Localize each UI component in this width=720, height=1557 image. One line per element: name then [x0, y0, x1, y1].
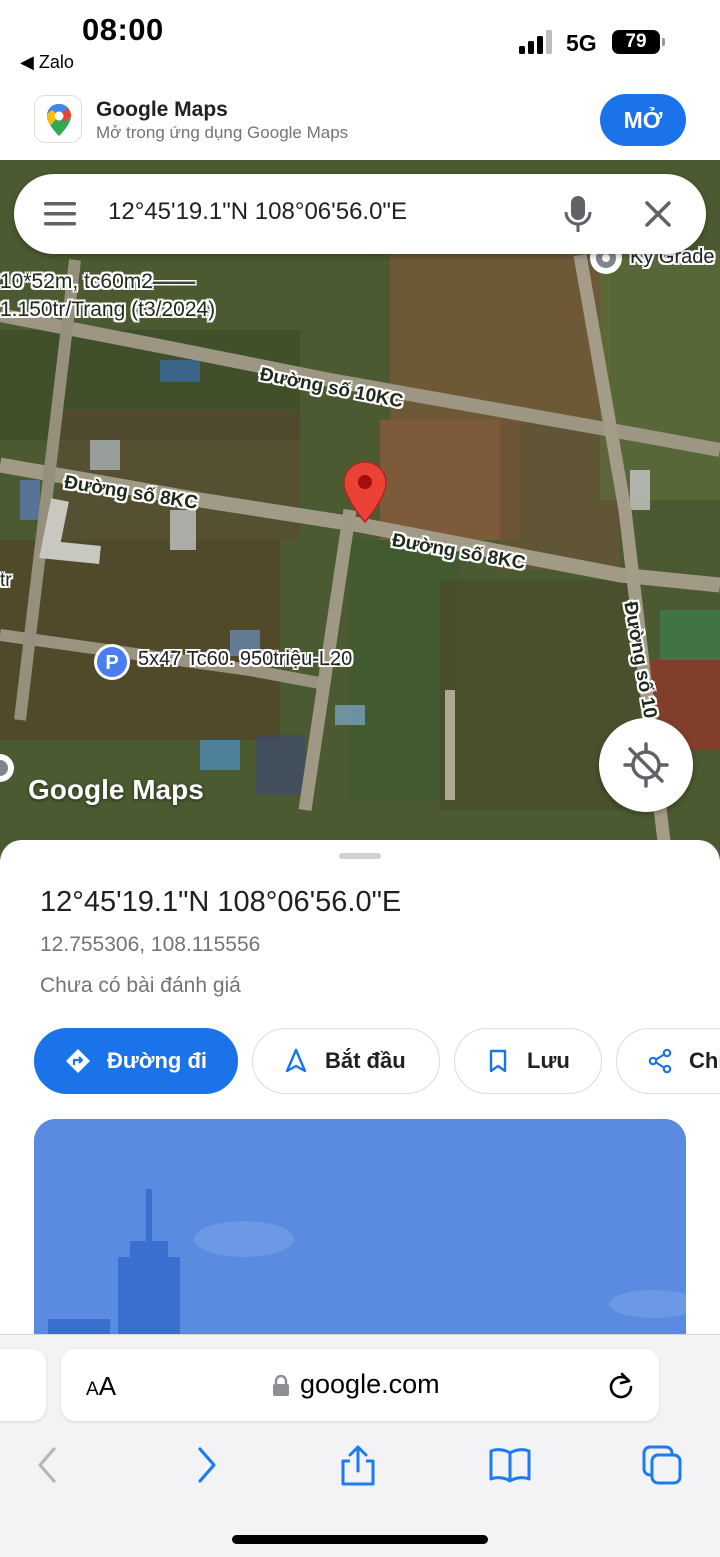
- map-label-listing-1: 10*52m, tc60m2——: [0, 270, 195, 293]
- forward-arrow-icon[interactable]: [184, 1443, 228, 1487]
- satellite-map[interactable]: 10*52m, tc60m2—— 1.150tr/Trang (t3/2024)…: [0, 160, 720, 860]
- map-label-listing-2: 1.150tr/Trang (t3/2024): [0, 298, 216, 321]
- map-label-left-fragment: tr: [0, 570, 12, 591]
- close-icon[interactable]: [642, 198, 674, 230]
- save-button[interactable]: Lưu: [454, 1028, 602, 1094]
- edge-place-marker-icon[interactable]: [0, 752, 16, 784]
- svg-text:P: P: [105, 652, 118, 674]
- back-to-app-link[interactable]: ◀ Zalo: [20, 52, 74, 73]
- browser-toolbar: AA google.com: [0, 1334, 720, 1557]
- address-bar[interactable]: AA google.com: [61, 1349, 659, 1421]
- search-query[interactable]: 12°45'19.1"N 108°06'56.0"E: [108, 198, 407, 226]
- location-off-icon: [623, 742, 669, 788]
- share-button[interactable]: Chia sẻ: [616, 1028, 720, 1094]
- reader-settings-button[interactable]: AA: [86, 1371, 116, 1402]
- place-title: 12°45'19.1"N 108°06'56.0"E: [40, 886, 402, 918]
- parking-icon[interactable]: P: [92, 642, 132, 682]
- start-label: Bắt đầu: [325, 1048, 406, 1073]
- url-text[interactable]: google.com: [300, 1369, 440, 1400]
- parking-label: 5x47 Tc60. 950triệu-L20: [138, 648, 353, 670]
- previous-tab-preview[interactable]: [0, 1349, 46, 1421]
- start-button[interactable]: Bắt đầu: [252, 1028, 440, 1094]
- bookmarks-icon[interactable]: [488, 1443, 532, 1487]
- save-label: Lưu: [527, 1048, 570, 1073]
- search-bar[interactable]: 12°45'19.1"N 108°06'56.0"E: [14, 174, 706, 254]
- share-sheet-icon[interactable]: [336, 1443, 380, 1487]
- app-banner: Google Maps Mở trong ứng dụng Google Map…: [0, 80, 720, 160]
- share-label: Chia sẻ: [689, 1048, 720, 1073]
- menu-icon[interactable]: [44, 199, 76, 229]
- status-time: 08:00: [82, 12, 164, 47]
- directions-button[interactable]: Đường đi: [34, 1028, 238, 1094]
- action-chips: Đường đi Bắt đầu Lưu Chia sẻ: [0, 1028, 720, 1094]
- sheet-drag-handle[interactable]: [339, 853, 381, 859]
- place-bottom-sheet: 12°45'19.1"N 108°06'56.0"E 12.755306, 10…: [0, 840, 720, 1335]
- aa-big-letter: A: [98, 1371, 117, 1401]
- maps-pin-logo-icon: [47, 104, 71, 136]
- share-icon: [648, 1048, 672, 1074]
- reload-icon[interactable]: [607, 1371, 635, 1399]
- my-location-button[interactable]: [599, 718, 693, 812]
- microphone-icon[interactable]: [562, 194, 594, 234]
- network-type: 5G: [566, 30, 597, 56]
- banner-app-name: Google Maps: [96, 98, 228, 121]
- lock-icon: [273, 1374, 289, 1396]
- google-maps-watermark: Google Maps: [28, 774, 204, 805]
- back-arrow-icon[interactable]: [26, 1443, 70, 1487]
- google-maps-app-icon: [34, 95, 82, 143]
- place-reviews-status: Chưa có bài đánh giá: [40, 974, 241, 997]
- battery-indicator: 79: [612, 30, 665, 54]
- navigation-arrow-icon: [285, 1048, 307, 1073]
- location-pin-icon[interactable]: [342, 460, 388, 524]
- open-app-button[interactable]: MỞ: [600, 94, 686, 146]
- place-decimal-coordinates: 12.755306, 108.115556: [40, 933, 261, 956]
- place-photo-placeholder[interactable]: [34, 1119, 686, 1335]
- directions-label: Đường đi: [107, 1048, 207, 1073]
- tabs-icon[interactable]: [640, 1443, 684, 1487]
- city-illustration: [34, 1119, 686, 1335]
- directions-icon: [66, 1049, 90, 1073]
- banner-app-subtitle: Mở trong ứng dụng Google Maps: [96, 123, 349, 142]
- home-indicator[interactable]: [232, 1535, 488, 1544]
- bookmark-icon: [489, 1049, 507, 1073]
- status-bar: 08:00 ◀ Zalo 5G 79: [0, 0, 720, 80]
- aa-small-letter: A: [86, 1379, 99, 1400]
- signal-icon: [519, 30, 552, 54]
